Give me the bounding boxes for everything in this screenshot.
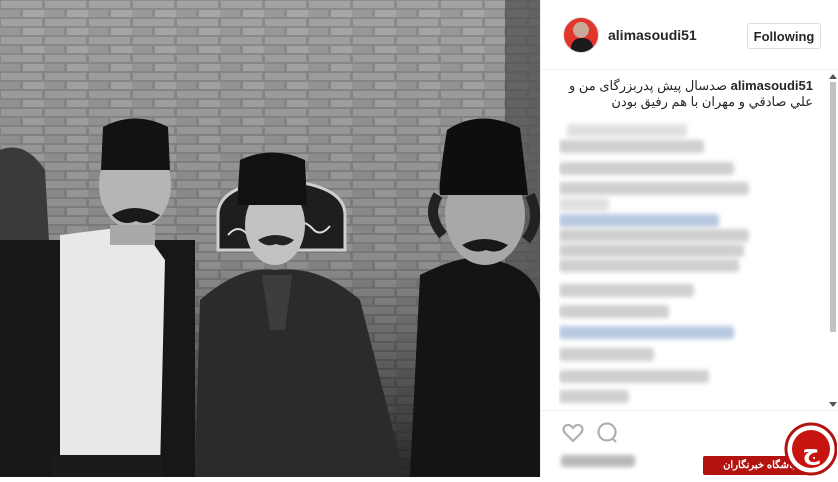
blurred-comment [559, 162, 734, 175]
watermark-logo-glyph: ج [802, 437, 820, 465]
blurred-comment [559, 244, 744, 257]
blurred-comment [559, 214, 719, 227]
heart-icon[interactable] [561, 421, 585, 445]
comment-icon[interactable] [595, 421, 619, 445]
blurred-comment [559, 305, 669, 318]
scroll-thumb[interactable] [830, 82, 836, 332]
post-photo [0, 0, 540, 477]
blurred-comment [559, 182, 749, 195]
scroll-up-arrow-icon[interactable] [829, 74, 837, 79]
avatar-figure [571, 38, 593, 52]
post-side-panel: alimasoudi51 Following alimasoudi51 صدسا… [540, 0, 838, 477]
post-caption: alimasoudi51 صدسال پیش پدربزرگای من و عل… [559, 78, 821, 110]
blurred-comment [559, 284, 694, 297]
likes-count-blurred [561, 455, 635, 467]
username-link[interactable]: alimasoudi51 [608, 27, 697, 43]
blurred-comment [559, 348, 654, 361]
avatar[interactable] [563, 17, 599, 53]
following-button[interactable]: Following [747, 23, 821, 49]
blurred-comment [559, 326, 734, 339]
photo-scene [0, 0, 540, 477]
blurred-comment [567, 124, 687, 137]
blurred-comment [559, 390, 629, 403]
comments-scrollbar[interactable] [828, 72, 838, 412]
blurred-comment [559, 140, 704, 153]
post-header: alimasoudi51 Following [541, 0, 838, 70]
comments-list: alimasoudi51 صدسال پیش پدربزرگای من و عل… [559, 78, 821, 410]
blurred-comment [559, 229, 749, 242]
watermark-logo-icon: ج [781, 421, 838, 477]
blurred-comment [559, 259, 739, 272]
blurred-comment [559, 370, 709, 383]
caption-username[interactable]: alimasoudi51 [731, 78, 813, 93]
blurred-comment [559, 198, 609, 211]
scroll-down-arrow-icon[interactable] [829, 402, 837, 407]
